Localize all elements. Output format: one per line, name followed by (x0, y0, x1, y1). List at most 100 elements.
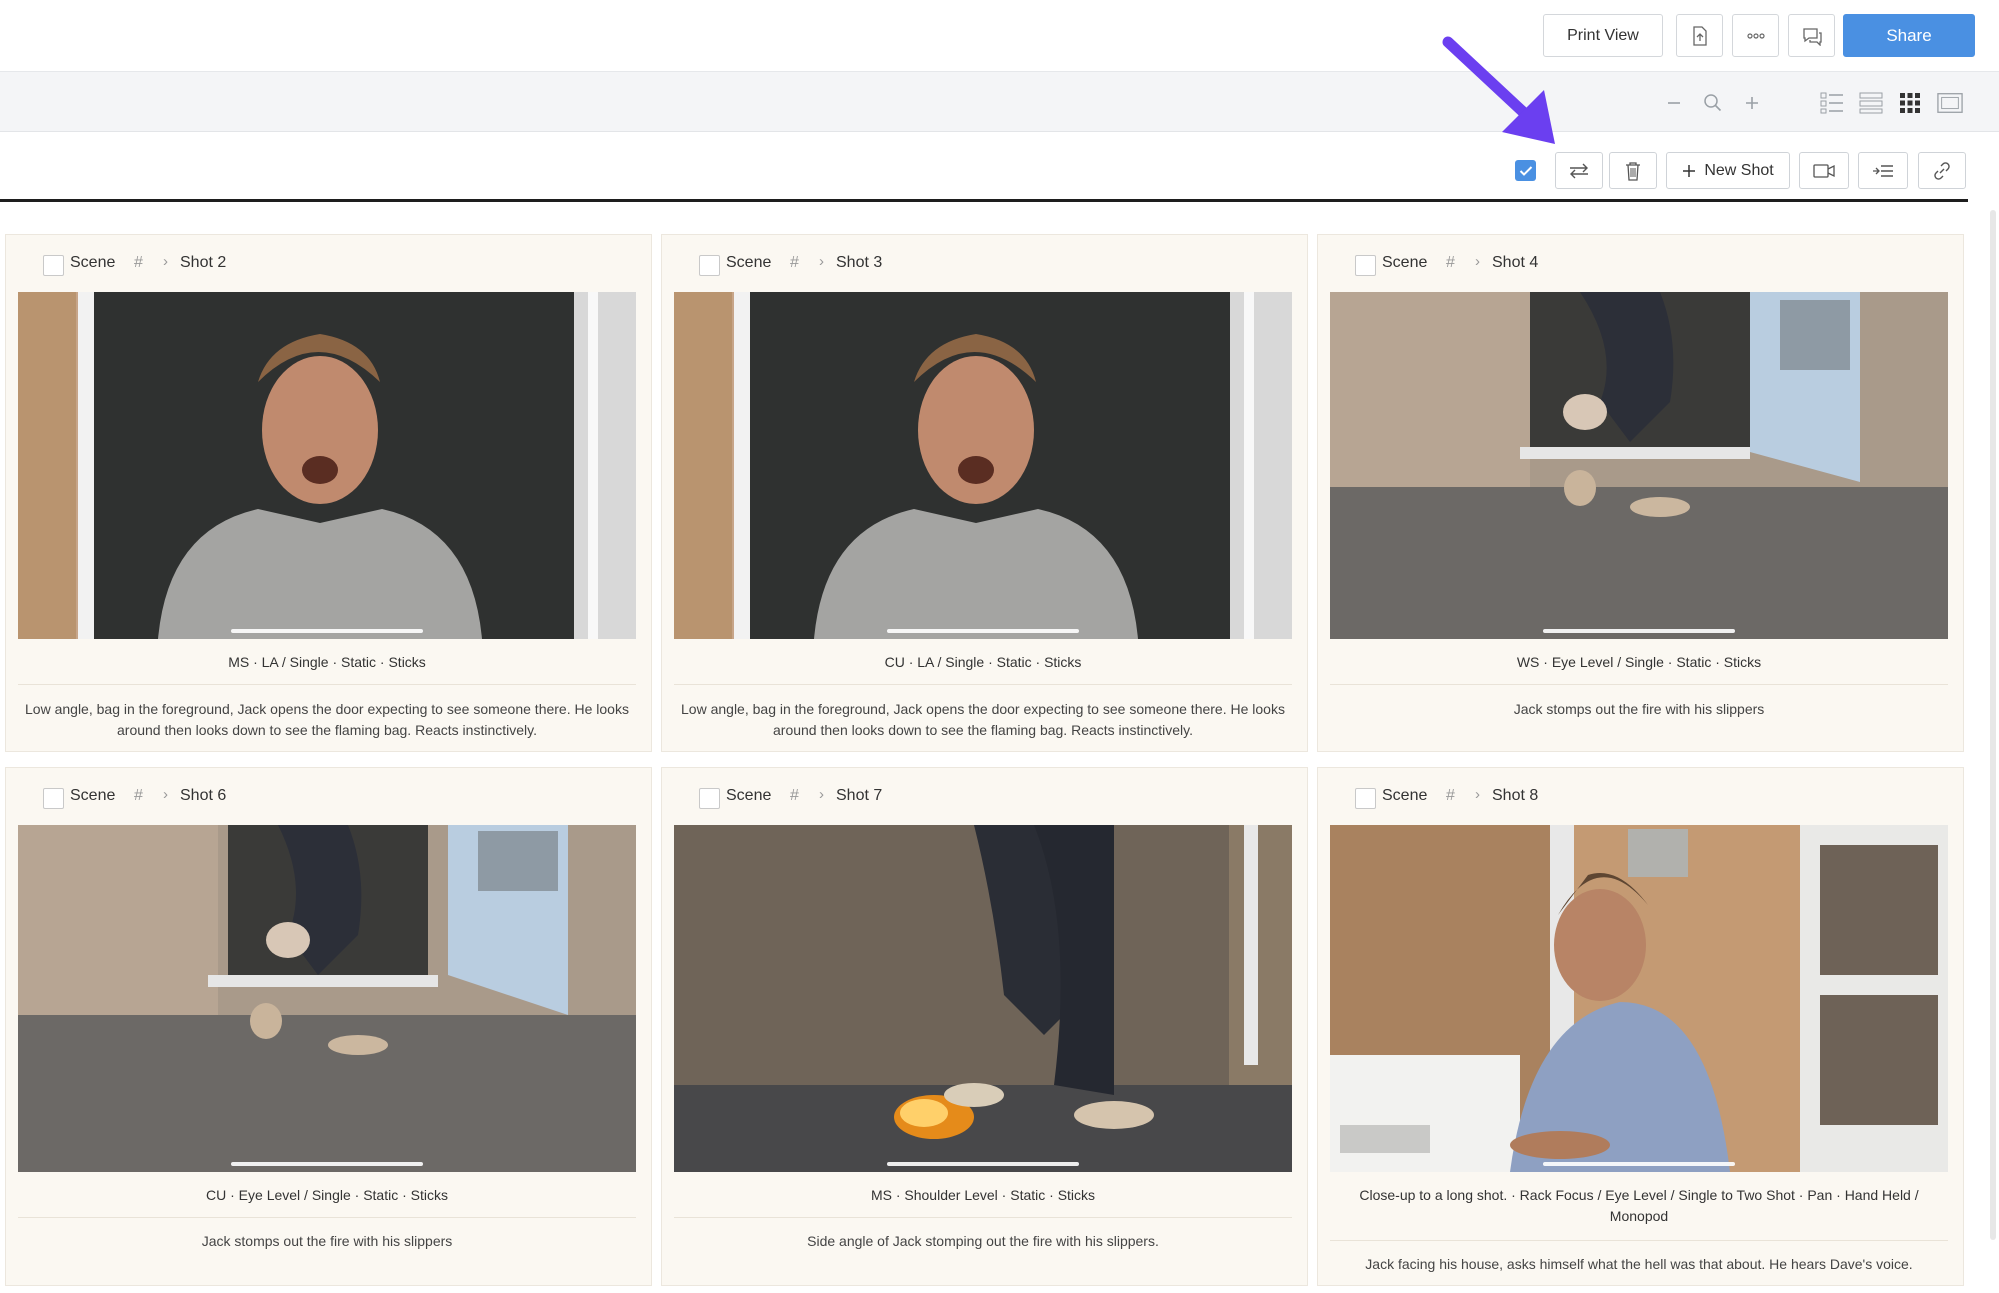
scene-number-hash: # (134, 787, 143, 804)
video-scrubber[interactable] (231, 1162, 423, 1166)
chevron-right-icon: › (819, 253, 824, 270)
scene-label: Scene (70, 787, 116, 804)
video-scrubber[interactable] (887, 629, 1079, 633)
shot-thumbnail[interactable] (674, 825, 1292, 1172)
shot-specs: CU · Eye Level / Single · Static · Stick… (206, 1187, 448, 1203)
scene-label: Scene (1382, 787, 1428, 804)
video-camera-icon (1813, 163, 1835, 178)
chevron-right-icon: › (1475, 253, 1480, 270)
video-scrubber[interactable] (887, 1162, 1079, 1166)
view-options-bar (0, 72, 1999, 132)
ellipsis-icon (1746, 32, 1765, 39)
shot-label: Shot 4 (1492, 254, 1539, 271)
list-view-icon[interactable] (1819, 90, 1845, 116)
shot-checkbox[interactable] (699, 255, 720, 276)
toolbar-divider (0, 199, 1968, 202)
shot-card[interactable]: Scene # › Shot 3 CU · LA / Single · Stat… (661, 234, 1308, 752)
shot-label: Shot 6 (180, 787, 227, 804)
filmstrip-view-icon[interactable] (1937, 90, 1963, 116)
delete-button[interactable] (1609, 152, 1657, 189)
top-bar: Print View Share (0, 0, 1999, 72)
link-button[interactable] (1918, 152, 1966, 189)
zoom-reset-icon[interactable] (1700, 90, 1726, 116)
shot-description[interactable]: Jack facing his house, asks himself what… (1330, 1254, 1948, 1275)
shot-label: Shot 2 (180, 254, 227, 271)
shot-thumbnail[interactable] (18, 825, 636, 1172)
insert-row-button[interactable] (1858, 152, 1908, 189)
more-options-button[interactable] (1732, 14, 1779, 57)
card-divider (1330, 684, 1948, 685)
shot-checkbox[interactable] (1355, 255, 1376, 276)
trash-icon (1626, 161, 1640, 181)
plus-icon (1683, 164, 1696, 177)
shot-checkbox[interactable] (43, 255, 64, 276)
comments-button[interactable] (1788, 14, 1835, 57)
insert-row-icon (1873, 164, 1893, 177)
shot-specs: CU · LA / Single · Static · Sticks (884, 654, 1082, 670)
shot-checkbox[interactable] (43, 788, 64, 809)
scene-label: Scene (70, 254, 116, 271)
export-button[interactable] (1676, 14, 1723, 57)
scene-label: Scene (726, 787, 772, 804)
shot-card[interactable]: Scene # › Shot 8 Close-up to a long shot… (1317, 767, 1964, 1286)
scene-label: Scene (726, 254, 772, 271)
zoom-out-icon[interactable] (1661, 90, 1687, 116)
scene-number-hash: # (790, 254, 799, 271)
select-all-checkbox[interactable] (1515, 160, 1536, 181)
shot-label: Shot 7 (836, 787, 883, 804)
new-shot-label: New Shot (1704, 161, 1774, 179)
shot-card[interactable]: Scene # › Shot 4 WS · Eye Level / Single… (1317, 234, 1964, 752)
card-divider (674, 684, 1292, 685)
chevron-right-icon: › (819, 786, 824, 803)
checkmark-icon (1519, 165, 1532, 176)
link-icon (1934, 161, 1950, 180)
chevron-right-icon: › (163, 786, 168, 803)
swap-arrows-icon (1570, 163, 1588, 178)
video-scrubber[interactable] (1543, 629, 1735, 633)
card-divider (674, 1217, 1292, 1218)
scene-number-hash: # (134, 254, 143, 271)
comment-bubble-icon (1802, 27, 1822, 46)
shot-label: Shot 8 (1492, 787, 1539, 804)
shot-specs: WS · Eye Level / Single · Static · Stick… (1516, 654, 1762, 670)
grid-view-icon[interactable] (1897, 90, 1923, 116)
export-file-icon (1692, 25, 1707, 46)
shot-card[interactable]: Scene # › Shot 7 MS · Shoulder Level · S… (661, 767, 1308, 1286)
shot-specs: Close-up to a long shot. · Rack Focus / … (1359, 1187, 1919, 1224)
video-scrubber[interactable] (1543, 1162, 1735, 1166)
rows-view-icon[interactable] (1858, 90, 1884, 116)
scene-label: Scene (1382, 254, 1428, 271)
page-scrollbar[interactable] (1990, 210, 1996, 1240)
shot-specs: MS · Shoulder Level · Static · Sticks (870, 1187, 1096, 1203)
swap-shots-button[interactable] (1555, 152, 1603, 189)
card-divider (18, 684, 636, 685)
zoom-in-icon[interactable] (1739, 90, 1765, 116)
share-button[interactable]: Share (1843, 14, 1975, 57)
shot-card[interactable]: Scene # › Shot 2 MS · LA / Single · Stat… (5, 234, 652, 752)
shot-description[interactable]: Side angle of Jack stomping out the fire… (674, 1231, 1292, 1252)
shot-thumbnail[interactable] (18, 292, 636, 639)
annotation-arrow-icon (1442, 36, 1555, 144)
shot-label: Shot 3 (836, 254, 883, 271)
scene-number-hash: # (1446, 254, 1455, 271)
shot-thumbnail[interactable] (1330, 292, 1948, 639)
scene-number-hash: # (790, 787, 799, 804)
shot-description[interactable]: Jack stomps out the fire with his slippe… (1330, 699, 1948, 720)
camera-button[interactable] (1799, 152, 1849, 189)
shot-description[interactable]: Jack stomps out the fire with his slippe… (18, 1231, 636, 1252)
new-shot-button[interactable]: New Shot (1666, 152, 1790, 189)
shot-thumbnail[interactable] (674, 292, 1292, 639)
shot-thumbnail[interactable] (1330, 825, 1948, 1172)
shot-description[interactable]: Low angle, bag in the foreground, Jack o… (18, 699, 636, 741)
scene-number-hash: # (1446, 787, 1455, 804)
shot-checkbox[interactable] (1355, 788, 1376, 809)
shot-description[interactable]: Low angle, bag in the foreground, Jack o… (674, 699, 1292, 741)
shot-specs: MS · LA / Single · Static · Sticks (228, 654, 426, 670)
chevron-right-icon: › (163, 253, 168, 270)
chevron-right-icon: › (1475, 786, 1480, 803)
shot-card[interactable]: Scene # › Shot 6 CU · Eye Level / Single… (5, 767, 652, 1286)
card-divider (18, 1217, 636, 1218)
card-divider (1330, 1240, 1948, 1241)
shot-checkbox[interactable] (699, 788, 720, 809)
video-scrubber[interactable] (231, 629, 423, 633)
